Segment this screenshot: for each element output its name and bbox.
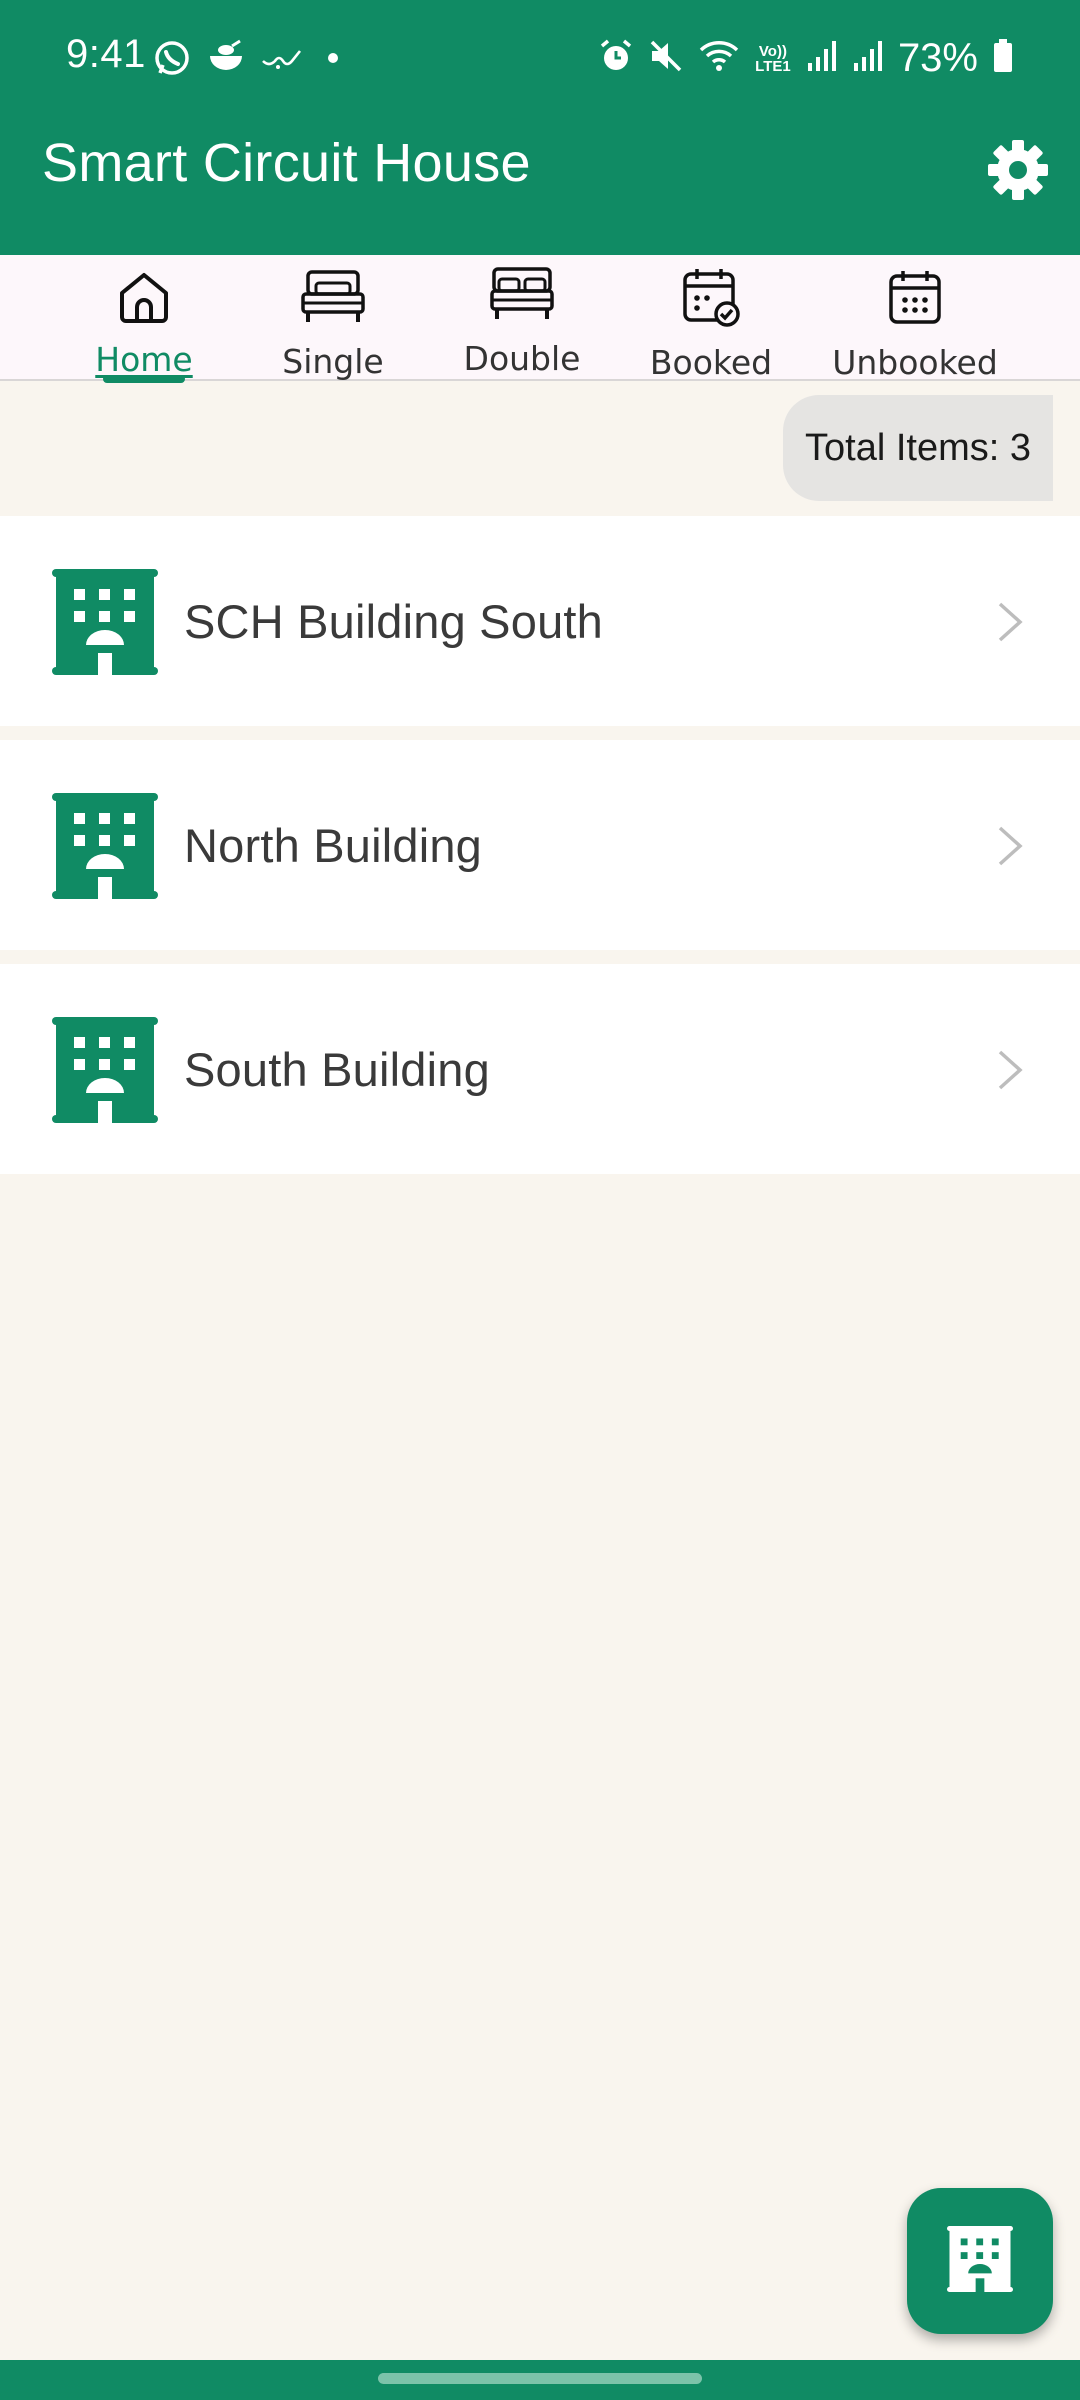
tab-label: Single	[282, 342, 384, 381]
chevron-right-icon	[996, 1048, 1024, 1097]
tab-home[interactable]: Home	[82, 255, 206, 383]
status-time: 9:41	[66, 32, 146, 76]
mute-icon	[648, 38, 684, 79]
status-right-icons: Vo)) LTE1 73%	[598, 36, 1014, 81]
building-icon	[52, 793, 158, 904]
dot-icon	[318, 43, 348, 78]
system-nav-bar	[0, 2360, 1080, 2400]
building-name: North Building	[184, 818, 483, 872]
tab-unbooked[interactable]: Unbooked	[830, 255, 1000, 382]
calendar-check-icon	[681, 266, 741, 333]
list-item-building[interactable]: SCH Building South	[0, 516, 1080, 726]
tab-label: Double	[463, 339, 581, 378]
home-icon	[116, 269, 172, 330]
tab-single[interactable]: Single	[268, 255, 398, 381]
tab-label: Home	[95, 340, 193, 379]
alarm-icon	[598, 38, 634, 79]
battery-icon	[992, 38, 1014, 79]
whatsapp-icon	[152, 38, 192, 83]
tab-bar: Home Single Double Booked Unbooked	[0, 255, 1080, 383]
building-icon	[52, 1017, 158, 1128]
signal-icon	[852, 39, 884, 78]
list-item-building[interactable]: North Building	[0, 740, 1080, 950]
total-items-badge: Total Items: 3	[783, 395, 1053, 501]
chevron-right-icon	[996, 824, 1024, 873]
list-item-building[interactable]: South Building	[0, 964, 1080, 1174]
calendar-icon	[887, 268, 943, 333]
wifi-icon	[698, 38, 740, 79]
page-title: Smart Circuit House	[42, 133, 531, 193]
status-left-icons	[152, 38, 348, 83]
building-name: SCH Building South	[184, 594, 604, 648]
arabic-app-icon	[260, 43, 304, 78]
volte-icon: Vo)) LTE1	[755, 42, 791, 75]
building-icon	[947, 2225, 1013, 2297]
building-icon	[52, 569, 158, 680]
add-building-button[interactable]	[907, 2188, 1053, 2334]
battery-percent: 73%	[897, 36, 978, 80]
signal-icon	[806, 39, 838, 78]
chevron-right-icon	[996, 600, 1024, 649]
home-gesture-handle[interactable]	[378, 2373, 702, 2384]
single-bed-icon	[300, 269, 366, 332]
app-header: 9:41 Vo)) LTE1 73% Smart Circuit House	[0, 0, 1080, 255]
settings-button[interactable]	[982, 136, 1054, 208]
tab-label: Unbooked	[832, 343, 998, 382]
tab-label: Booked	[649, 343, 773, 382]
tab-booked[interactable]: Booked	[646, 255, 776, 382]
bowl-icon	[206, 38, 246, 83]
double-bed-icon	[489, 266, 555, 329]
active-tab-indicator	[103, 375, 185, 383]
building-name: South Building	[184, 1042, 490, 1096]
gear-icon	[985, 137, 1051, 208]
status-bar: 9:41 Vo)) LTE1 73%	[0, 0, 1080, 118]
tab-double[interactable]: Double	[455, 255, 589, 379]
